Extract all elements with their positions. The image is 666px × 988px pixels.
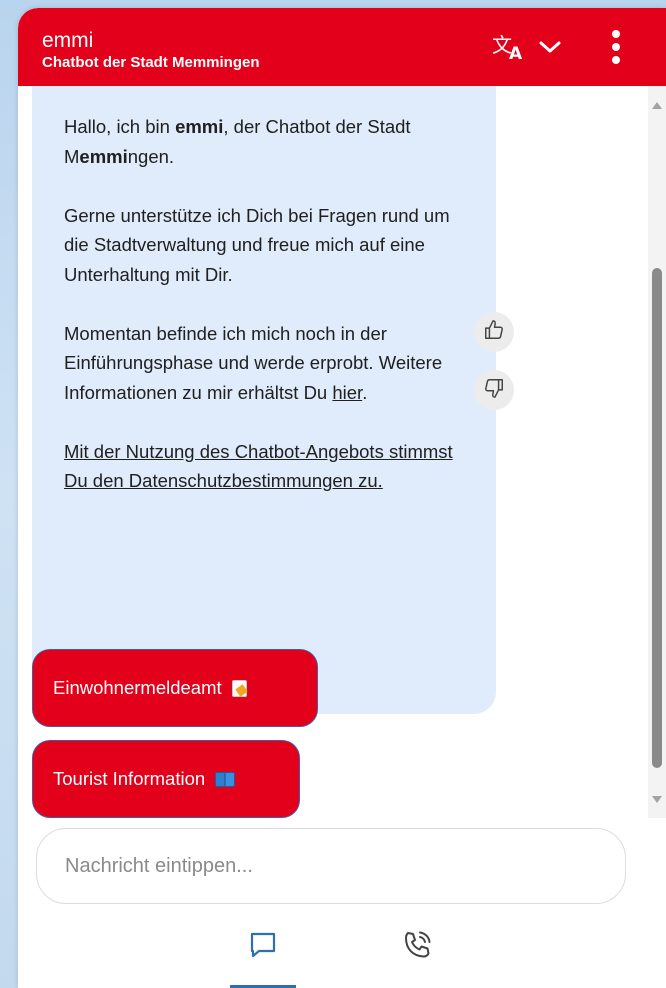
message-text: ngen.: [127, 145, 175, 167]
message-paragraph: Momentan befinde ich mich noch in der Ei…: [64, 319, 476, 408]
more-vertical-icon: [602, 30, 630, 72]
info-link[interactable]: hier: [332, 382, 362, 403]
message-text: .: [362, 381, 368, 403]
like-button[interactable]: [474, 312, 514, 352]
book-emoji-icon: [215, 771, 236, 787]
thumbs-down-icon: [483, 377, 505, 404]
phone-call-icon: [401, 929, 433, 966]
quick-reply-tourist-information[interactable]: Tourist Information: [32, 740, 300, 818]
message-input-container: [36, 828, 626, 904]
dislike-button[interactable]: [474, 370, 514, 410]
chat-bubble-icon: [248, 930, 278, 965]
svg-text:A: A: [509, 44, 523, 62]
menu-button[interactable]: [602, 28, 630, 68]
message-input[interactable]: [65, 845, 605, 887]
chat-header: emmi Chatbot der Stadt Memmingen 文 A: [18, 8, 666, 86]
chevron-down-icon: [538, 39, 562, 60]
language-button[interactable]: 文 A: [492, 32, 576, 66]
thumbs-up-icon: [483, 319, 505, 346]
translate-icon: 文 A: [492, 32, 530, 67]
message-paragraph: Hallo, ich bin emmi, der Chatbot der Sta…: [64, 112, 476, 171]
message-bold: emmi: [79, 145, 128, 167]
message-bold: emmi: [175, 116, 224, 137]
message-paragraph: Mit der Nutzung des Chatbot-Angebots sti…: [64, 437, 476, 496]
bot-message-bubble: Hallo, ich bin emmi, der Chatbot der Sta…: [32, 86, 496, 714]
privacy-link[interactable]: Mit der Nutzung des Chatbot-Angebots sti…: [64, 441, 453, 492]
scrollbar-thumb[interactable]: [652, 268, 662, 768]
bot-subtitle: Chatbot der Stadt Memmingen: [42, 54, 260, 71]
message-text: Momentan befinde ich mich noch in der Ei…: [64, 322, 443, 403]
message-paragraph: Gerne unterstütze ich Dich bei Fragen ru…: [64, 204, 450, 285]
scroll-up-icon[interactable]: [652, 102, 662, 109]
quick-reply-einwohnermeldeamt[interactable]: Einwohnermeldeamt: [32, 649, 318, 727]
quick-reply-label: Tourist Information: [53, 768, 206, 789]
tab-chat[interactable]: [230, 908, 296, 986]
message-list: Hallo, ich bin emmi, der Chatbot der Sta…: [18, 86, 648, 818]
bot-name: emmi: [42, 29, 94, 52]
memo-emoji-icon: [231, 679, 247, 697]
bottom-navigation: [18, 908, 666, 988]
scroll-down-icon[interactable]: [652, 796, 662, 803]
quick-reply-label: Einwohnermeldeamt: [53, 677, 222, 698]
tab-call[interactable]: [384, 908, 450, 986]
message-text: Hallo, ich bin: [64, 116, 176, 137]
chatbot-widget: emmi Chatbot der Stadt Memmingen 文 A Hal…: [18, 8, 666, 988]
